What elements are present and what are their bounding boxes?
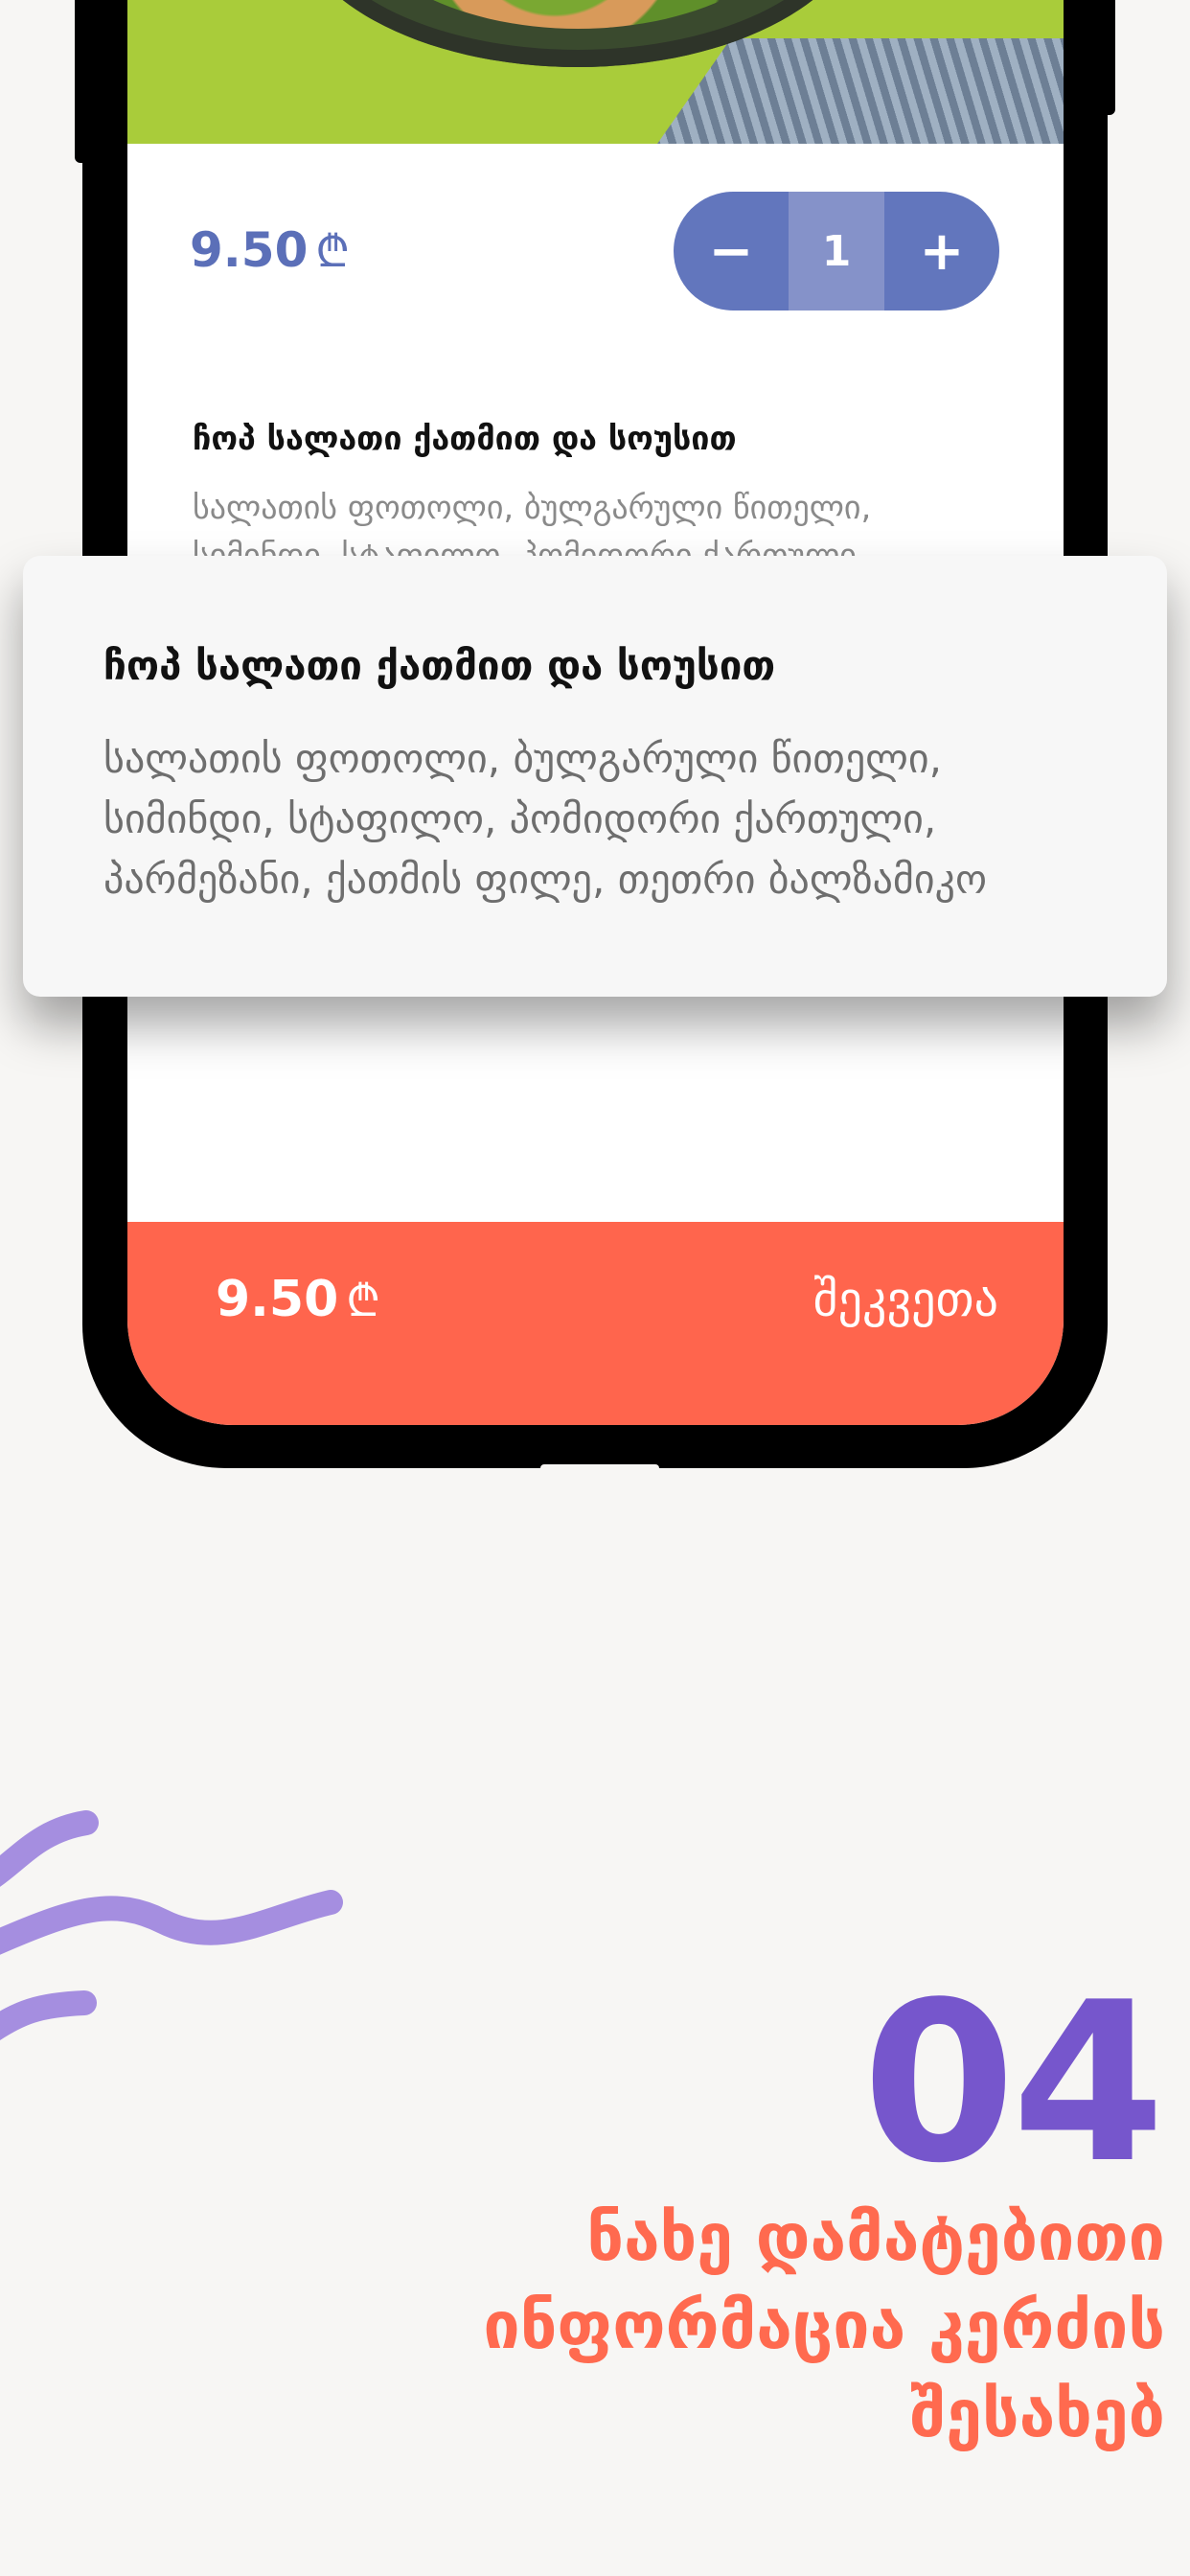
- order-price-value: 9.50: [216, 1271, 339, 1328]
- dish-info-popup: ჩოპ სალათი ქათმით და სოუსით სალათის ფოთო…: [23, 556, 1167, 997]
- popup-title: ჩოპ სალათი ქათმით და სოუსით: [103, 642, 776, 689]
- step-number: 04: [861, 1956, 1165, 2212]
- squiggle-decoration: [0, 1810, 343, 2041]
- order-label: შეკვეთა: [812, 1272, 998, 1327]
- popup-description: სალათის ფოთოლი, ბულგარული წითელი, სიმინდ…: [103, 735, 988, 903]
- step-caption: ნახე დამატებითი ინფორმაცია კერძის შესახე…: [483, 2200, 1165, 2452]
- product-price: 9.50 ₾: [190, 220, 350, 280]
- order-total: 9.50 ₾: [216, 1270, 380, 1329]
- price-value: 9.50: [190, 222, 309, 278]
- dish-photo: [127, 0, 1064, 144]
- lari-icon: ₾: [346, 1275, 380, 1326]
- home-indicator: [540, 1464, 659, 1472]
- quantity-stepper[interactable]: − 1 +: [674, 192, 999, 310]
- dish-title: ჩოპ სალათი ქათმით და სოუსით: [193, 420, 737, 458]
- lari-icon: ₾: [315, 225, 350, 277]
- decrease-button[interactable]: −: [674, 192, 789, 310]
- increase-button[interactable]: +: [884, 192, 999, 310]
- quantity-value: 1: [789, 192, 884, 310]
- order-button[interactable]: 9.50 ₾ შეკვეთა: [127, 1222, 1064, 1425]
